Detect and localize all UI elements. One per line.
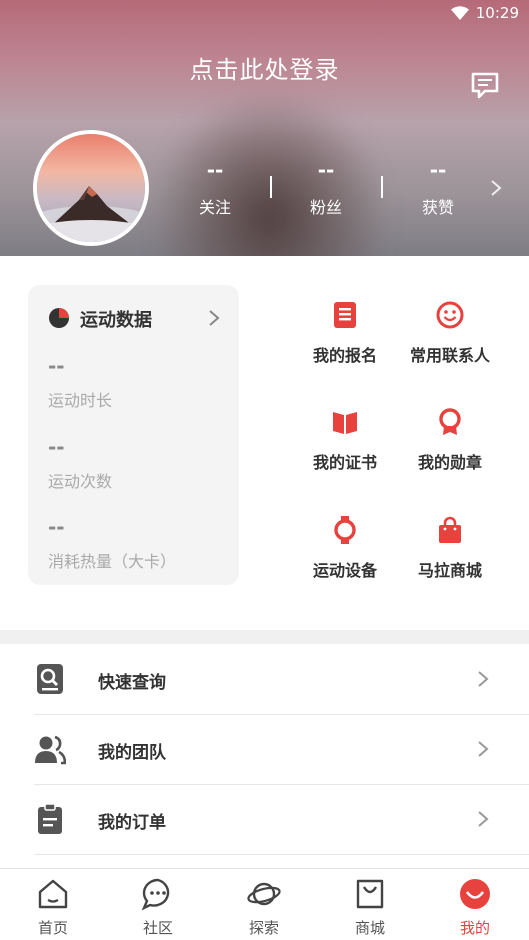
status-time: 10:29 — [475, 4, 519, 22]
signup-list-icon — [334, 302, 356, 328]
stat-likes[interactable]: -- 获赞 — [398, 160, 478, 218]
metric-count: -- 运动次数 — [48, 436, 228, 492]
grid-item-certificate[interactable]: 我的证书 — [290, 407, 400, 473]
nav-label: 首页 — [37, 919, 68, 937]
list-item-label: 我的订单 — [98, 813, 166, 833]
shopping-bag-icon — [439, 516, 461, 543]
metric-count-value: -- — [48, 435, 65, 459]
list-item-quick-search[interactable]: 快速查询 — [0, 644, 529, 714]
list-item-my-team[interactable]: 我的团队 — [0, 714, 529, 784]
nav-item-mall[interactable]: 商城 — [335, 877, 405, 938]
nav-label: 社区 — [142, 919, 173, 937]
nav-label: 商城 — [354, 919, 385, 937]
medal-icon — [439, 408, 461, 435]
stat-following-label: 关注 — [198, 198, 231, 217]
stat-likes-value: -- — [429, 158, 447, 182]
stat-followers[interactable]: -- 粉丝 — [286, 160, 366, 218]
status-bar: 10:29 — [0, 0, 529, 28]
metric-count-label: 运动次数 — [48, 472, 113, 491]
metric-duration-value: -- — [48, 354, 65, 378]
pie-chart-icon — [49, 308, 69, 328]
chevron-right-icon — [478, 811, 489, 827]
nav-item-mine[interactable]: 我的 — [440, 877, 510, 938]
stat-followers-label: 粉丝 — [309, 198, 342, 217]
grid-label: 马拉商城 — [417, 561, 482, 580]
nav-label: 我的 — [459, 919, 490, 937]
stat-likes-label: 获赞 — [421, 198, 454, 217]
nav-item-explore[interactable]: 探索 — [229, 877, 299, 938]
grid-label: 我的证书 — [312, 453, 377, 472]
stat-following-value: -- — [206, 158, 224, 182]
metric-calories-label: 消耗热量（大卡） — [48, 552, 177, 571]
stat-following[interactable]: -- 关注 — [175, 160, 255, 218]
list-item-label: 我的团队 — [98, 743, 166, 763]
grid-label: 我的报名 — [312, 346, 377, 365]
grid-label: 我的勋章 — [417, 453, 482, 472]
login-prompt[interactable]: 点击此处登录 — [0, 50, 529, 85]
grid-label: 运动设备 — [312, 561, 377, 580]
metric-calories: -- 消耗热量（大卡） — [48, 516, 228, 572]
profile-header: 10:29 点击此处登录 -- 关注 -- 粉丝 -- 获赞 — [0, 0, 529, 256]
profile-smile-icon — [460, 879, 490, 909]
message-icon[interactable] — [470, 70, 500, 100]
chevron-right-icon — [209, 310, 220, 326]
smile-contact-icon — [436, 301, 464, 329]
metric-duration: -- 运动时长 — [48, 355, 228, 411]
stat-followers-value: -- — [317, 158, 335, 182]
grid-item-mall[interactable]: 马拉商城 — [395, 515, 505, 581]
planet-explore-icon — [247, 882, 281, 906]
team-icon — [35, 735, 66, 765]
community-chat-icon — [141, 878, 170, 911]
wifi-icon — [451, 6, 469, 20]
list-item-my-orders[interactable]: 我的订单 — [0, 784, 529, 854]
stat-divider — [270, 176, 272, 198]
smartwatch-icon — [334, 516, 356, 544]
avatar[interactable] — [33, 130, 149, 246]
section-divider — [0, 630, 529, 644]
chevron-right-icon — [478, 671, 489, 687]
nav-item-home[interactable]: 首页 — [18, 877, 88, 938]
metric-duration-label: 运动时长 — [48, 391, 113, 410]
order-clipboard-icon — [38, 803, 62, 834]
sport-data-card[interactable]: 运动数据 -- 运动时长 -- 运动次数 -- 消耗热量（大卡） — [28, 285, 239, 585]
grid-item-contacts[interactable]: 常用联系人 — [395, 300, 505, 366]
grid-item-device[interactable]: 运动设备 — [290, 515, 400, 581]
metric-calories-value: -- — [48, 515, 65, 539]
bottom-nav: 首页 社区 探索 商城 我的 — [0, 868, 529, 940]
chevron-right-icon — [478, 741, 489, 757]
grid-item-signup[interactable]: 我的报名 — [290, 300, 400, 366]
mountain-avatar-image — [37, 134, 145, 242]
certificate-book-icon — [333, 412, 357, 434]
stat-divider — [381, 176, 383, 198]
grid-item-medal[interactable]: 我的勋章 — [395, 407, 505, 473]
nav-label: 探索 — [248, 919, 279, 937]
chevron-right-icon[interactable] — [489, 178, 503, 198]
mall-bag-icon — [356, 879, 384, 909]
home-icon — [38, 879, 68, 909]
row-divider — [34, 854, 529, 855]
sport-data-header[interactable]: 运动数据 — [48, 305, 228, 331]
nav-item-community[interactable]: 社区 — [123, 877, 193, 938]
grid-label: 常用联系人 — [409, 346, 490, 365]
quick-search-icon — [37, 664, 63, 694]
list-item-label: 快速查询 — [98, 673, 166, 693]
sport-data-title: 运动数据 — [80, 310, 152, 331]
